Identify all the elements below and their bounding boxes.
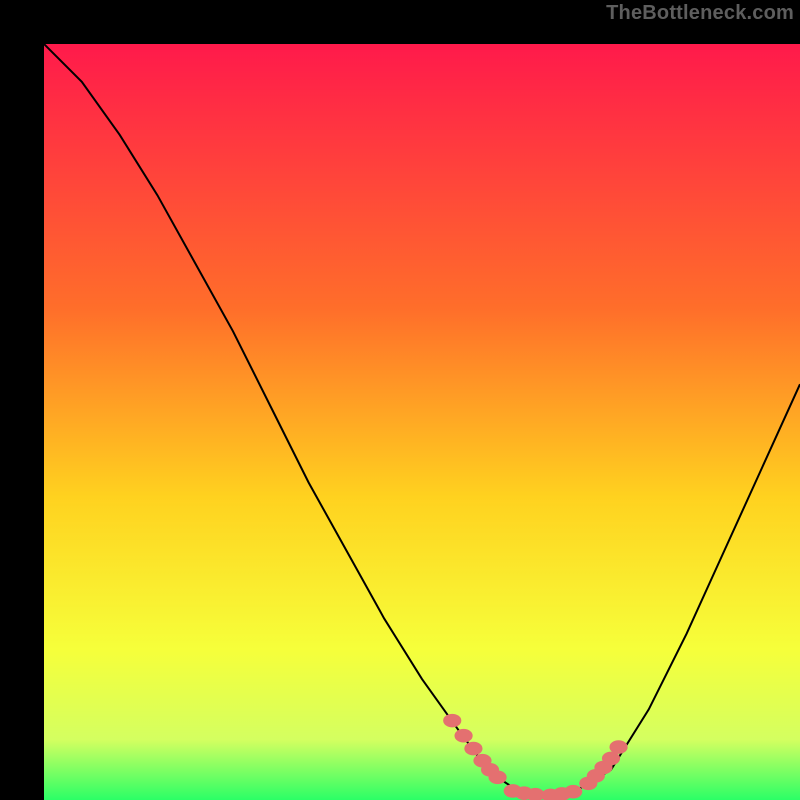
- data-marker: [564, 785, 582, 799]
- plot-area: [44, 44, 800, 800]
- gradient-background: [44, 44, 800, 800]
- data-marker: [443, 714, 461, 728]
- attribution-label: TheBottleneck.com: [606, 2, 794, 25]
- data-marker: [464, 742, 482, 756]
- chart-frame: [22, 22, 778, 778]
- data-marker: [489, 771, 507, 785]
- data-marker: [455, 729, 473, 743]
- chart-svg: [44, 44, 800, 800]
- data-marker: [609, 740, 627, 754]
